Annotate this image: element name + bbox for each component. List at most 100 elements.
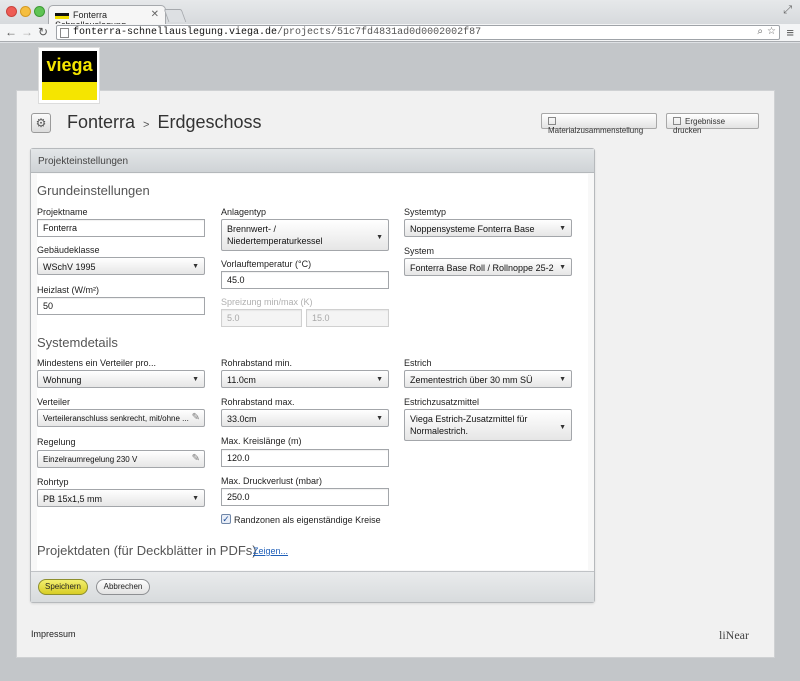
chevron-down-icon: ▼ <box>559 424 566 431</box>
section-project-data: Projektdaten (für Deckblätter in PDFs) <box>37 543 257 558</box>
systemtyp-select[interactable]: Noppensysteme Fonterra Base ▼ <box>404 219 572 237</box>
address-bar[interactable]: fonterra-schnellauslegung.viega.de/proje… <box>56 25 780 40</box>
fullscreen-icon[interactable]: ⤢ <box>783 4 792 17</box>
logo-yellow-band <box>42 82 97 100</box>
systemtyp-label: Systemtyp <box>404 207 447 217</box>
verteiler-pro-value: Wohnung <box>43 375 82 385</box>
close-tab-icon[interactable]: ✕ <box>151 9 159 20</box>
linear-brand-logo[interactable]: liNear <box>719 628 749 643</box>
regelung-value: Einzelraumregelung 230 V <box>43 455 138 464</box>
browser-toolbar: ← → ↻ fonterra-schnellauslegung.viega.de… <box>0 24 800 42</box>
rohrtyp-select[interactable]: PB 15x1,5 mm ▼ <box>37 489 205 507</box>
verteiler-picker[interactable]: Verteileranschluss senkrecht, mit/ohne .… <box>37 409 205 427</box>
estrich-label: Estrich <box>404 358 432 368</box>
maximize-window-icon[interactable] <box>34 6 45 17</box>
list-icon <box>548 117 556 125</box>
rohrtyp-label: Rohrtyp <box>37 477 69 487</box>
druckverlust-label: Max. Druckverlust (mbar) <box>221 476 323 486</box>
kreislaenge-input[interactable]: 120.0 <box>221 449 389 467</box>
logo-text: viega <box>42 51 97 82</box>
vorlauftemperatur-input[interactable]: 45.0 <box>221 271 389 289</box>
randzonen-label: Randzonen als eigenständige Kreise <box>234 515 381 525</box>
breadcrumb: Fonterra > Erdgeschoss <box>67 112 262 133</box>
viega-logo[interactable]: viega <box>38 47 100 104</box>
system-select[interactable]: Fonterra Base Roll / Rollnoppe 25-2 ▼ <box>404 258 572 276</box>
save-button[interactable]: Speichern <box>38 579 88 595</box>
verteiler-pro-select[interactable]: Wohnung ▼ <box>37 370 205 388</box>
browser-titlebar: Fonterra Schnellauslegung ✕ ⤢ <box>0 0 800 30</box>
new-tab-button[interactable] <box>163 9 187 22</box>
spreizung-min-input[interactable]: 5.0 <box>221 309 302 327</box>
close-window-icon[interactable] <box>6 6 17 17</box>
estrichzusatzmittel-select[interactable]: Viega Estrich-Zusatzmittel für Normalest… <box>404 409 572 441</box>
rohrabstand-min-select[interactable]: 11.0cm ▼ <box>221 370 389 388</box>
regelung-label: Regelung <box>37 437 76 447</box>
reload-icon[interactable]: ↻ <box>38 25 48 39</box>
systemtyp-value: Noppensysteme Fonterra Base <box>410 224 535 234</box>
regelung-picker[interactable]: Einzelraumregelung 230 V ✎ <box>37 450 205 468</box>
panel-title: Projekteinstellungen <box>31 149 594 173</box>
projektname-input[interactable]: Fonterra <box>37 219 205 237</box>
rohrabstand-max-label: Rohrabstand max. <box>221 397 295 407</box>
chevron-down-icon: ▼ <box>192 376 199 383</box>
kreislaenge-label: Max. Kreislänge (m) <box>221 436 302 446</box>
estrich-select[interactable]: Zementestrich über 30 mm SÜ ▼ <box>404 370 572 388</box>
projektname-label: Projektname <box>37 207 88 217</box>
section-system-details: Systemdetails <box>37 335 118 350</box>
show-project-data-link[interactable]: Zeigen... <box>253 546 288 556</box>
chevron-down-icon: ▼ <box>559 264 566 271</box>
url-host: fonterra-schnellauslegung.viega.de <box>73 27 278 38</box>
forward-icon[interactable]: → <box>21 25 33 39</box>
pencil-edit-icon[interactable]: ✎ <box>192 412 200 423</box>
gebaeudeklasse-select[interactable]: WSchV 1995 ▼ <box>37 257 205 275</box>
spreizung-label: Spreizung min/max (K) <box>221 297 313 307</box>
materials-button[interactable]: Materialzusammenstellung <box>541 113 657 135</box>
back-icon[interactable]: ← <box>5 25 17 39</box>
anlagentyp-select[interactable]: Brennwert- / Niedertemperaturkessel ▼ <box>221 219 389 251</box>
rohrabstand-max-value: 33.0cm <box>227 414 257 424</box>
rohrabstand-min-value: 11.0cm <box>227 375 256 385</box>
zoom-icon[interactable]: ⌕ <box>757 26 763 37</box>
system-label: System <box>404 246 435 256</box>
breadcrumb-separator: > <box>143 119 150 131</box>
impressum-link[interactable]: Impressum <box>31 629 76 639</box>
gebaeudeklasse-label: Gebäudeklasse <box>37 245 100 255</box>
breadcrumb-project[interactable]: Fonterra <box>67 112 135 132</box>
gebaeudeklasse-value: WSchV 1995 <box>43 262 96 272</box>
chevron-down-icon: ▼ <box>192 495 199 502</box>
pencil-edit-icon[interactable]: ✎ <box>192 453 200 464</box>
chevron-down-icon: ▼ <box>559 376 566 383</box>
print-results-button[interactable]: Ergebnisse drucken <box>666 113 759 135</box>
anlagentyp-label: Anlagentyp <box>221 207 267 217</box>
druckverlust-input[interactable]: 250.0 <box>221 488 389 506</box>
heizlast-input[interactable]: 50 <box>37 297 205 315</box>
browser-tab[interactable]: Fonterra Schnellauslegung ✕ <box>48 5 166 30</box>
system-value: Fonterra Base Roll / Rollnoppe 25-2 <box>410 263 554 273</box>
section-basic-settings: Grundeinstellungen <box>37 183 150 198</box>
page-icon <box>60 28 69 38</box>
minimize-window-icon[interactable] <box>20 6 31 17</box>
chevron-down-icon: ▼ <box>376 234 383 241</box>
settings-gear-icon[interactable]: ⚙ <box>31 113 51 133</box>
verteiler-pro-label: Mindestens ein Verteiler pro... <box>37 358 157 368</box>
rohrtyp-value: PB 15x1,5 mm <box>43 494 103 504</box>
url-path: /projects/51c7fd4831ad0d0002002f87 <box>277 27 482 38</box>
rohrabstand-max-select[interactable]: 33.0cm ▼ <box>221 409 389 427</box>
chevron-down-icon: ▼ <box>376 415 383 422</box>
spreizung-max-input[interactable]: 15.0 <box>306 309 389 327</box>
vorlauftemperatur-label: Vorlauftemperatur (°C) <box>221 259 312 269</box>
viega-favicon-icon <box>55 12 69 19</box>
browser-menu-icon[interactable]: ≡ <box>786 25 794 40</box>
cancel-button[interactable]: Abbrechen <box>96 579 150 595</box>
breadcrumb-floor: Erdgeschoss <box>157 112 262 132</box>
estrichzusatzmittel-value: Viega Estrich-Zusatzmittel für Normalest… <box>410 414 528 436</box>
verteiler-value: Verteileranschluss senkrecht, mit/ohne .… <box>43 414 189 423</box>
verteiler-label: Verteiler <box>37 397 71 407</box>
materials-button-label: Materialzusammenstellung <box>548 126 644 135</box>
chevron-down-icon: ▼ <box>192 263 199 270</box>
bookmark-star-icon[interactable]: ☆ <box>767 26 776 37</box>
document-icon <box>673 117 681 125</box>
estrichzusatzmittel-label: Estrichzusatzmittel <box>404 397 480 407</box>
randzonen-checkbox[interactable]: ✓ <box>221 514 231 524</box>
chevron-down-icon: ▼ <box>376 376 383 383</box>
